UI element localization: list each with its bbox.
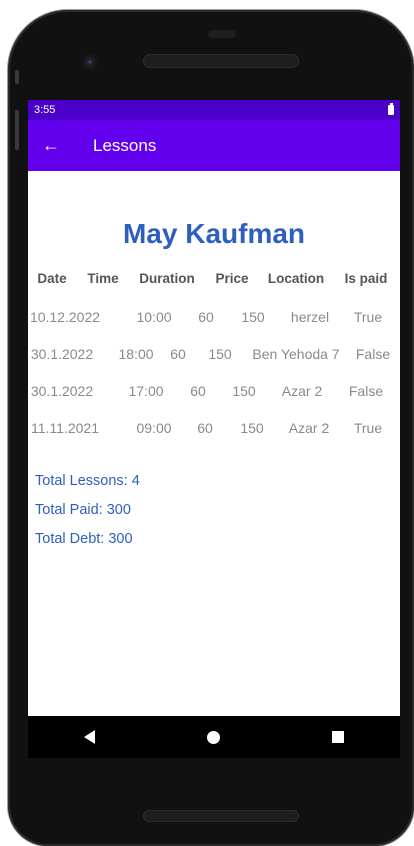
- status-bar: 3:55: [28, 100, 400, 120]
- cell-time: 18:00: [118, 346, 154, 362]
- header-time: Time: [87, 271, 119, 286]
- cell-time: 17:00: [128, 383, 164, 399]
- cell-duration: 60: [197, 420, 213, 436]
- status-time: 3:55: [34, 104, 56, 116]
- phone-volume-button: [15, 110, 19, 150]
- phone-sensor: [208, 30, 236, 38]
- back-arrow-icon[interactable]: ←: [28, 120, 74, 171]
- cell-date: 30.1.2022: [30, 383, 94, 399]
- cell-location: Azar 2: [281, 383, 323, 399]
- table-row: 30.1.2022 17:00 60 150 Azar 2 False: [28, 383, 400, 420]
- table-header-row: Date Time Duration Price Location Is pai…: [28, 271, 400, 291]
- cell-date: 30.1.2022: [30, 346, 94, 362]
- header-duration: Duration: [139, 271, 195, 286]
- cell-duration: 60: [190, 383, 206, 399]
- triangle-back-icon[interactable]: [84, 730, 95, 744]
- cell-date: 10.12.2022: [29, 309, 101, 325]
- phone-side-button: [15, 70, 19, 84]
- cell-is-paid: True: [353, 420, 383, 436]
- table-row: 30.1.2022 18:00 60 150 Ben Yehoda 7 Fals…: [28, 346, 400, 383]
- header-price: Price: [215, 271, 249, 286]
- front-camera-icon: [82, 54, 98, 70]
- table-row: 10.12.2022 10:00 60 150 herzel True: [28, 309, 400, 346]
- cell-duration: 60: [170, 346, 186, 362]
- app-screen: 3:55 ← Lessons May Kaufman Date Time Dur…: [28, 100, 400, 716]
- circle-home-icon[interactable]: [207, 730, 220, 744]
- cell-price: 150: [240, 420, 264, 436]
- app-bar: ← Lessons: [28, 120, 400, 171]
- lesson-totals: Total Lessons: 4 Total Paid: 300 Total D…: [35, 471, 140, 558]
- phone-top-speaker: [143, 54, 299, 68]
- cell-is-paid: False: [355, 346, 391, 362]
- cell-price: 150: [232, 383, 256, 399]
- cell-location: Ben Yehoda 7: [252, 346, 340, 362]
- header-date: Date: [37, 271, 67, 286]
- square-recents-icon[interactable]: [332, 731, 344, 743]
- page-title: Lessons: [93, 135, 157, 155]
- cell-time: 09:00: [136, 420, 172, 436]
- cell-location: Azar 2: [288, 420, 330, 436]
- lessons-table: Date Time Duration Price Location Is pai…: [28, 271, 400, 457]
- total-paid-label: Total Paid: 300: [35, 502, 131, 518]
- total-lessons-label: Total Lessons: 4: [35, 473, 140, 489]
- phone-bottom-speaker: [143, 810, 299, 822]
- cell-date: 11.11.2021: [31, 420, 99, 436]
- cell-price: 150: [241, 309, 265, 325]
- battery-icon: [388, 103, 394, 115]
- total-debt-label: Total Debt: 300: [35, 531, 133, 547]
- header-is-paid: Is paid: [344, 271, 388, 286]
- table-row: 11.11.2021 09:00 60 150 Azar 2 True: [28, 420, 400, 457]
- student-name: May Kaufman: [122, 218, 306, 249]
- cell-time: 10:00: [136, 309, 172, 325]
- system-nav-bar: [28, 716, 400, 758]
- cell-is-paid: True: [353, 309, 383, 325]
- cell-location: herzel: [290, 309, 330, 325]
- cell-is-paid: False: [348, 383, 384, 399]
- cell-duration: 60: [198, 309, 214, 325]
- header-location: Location: [267, 271, 325, 286]
- cell-price: 150: [208, 346, 232, 362]
